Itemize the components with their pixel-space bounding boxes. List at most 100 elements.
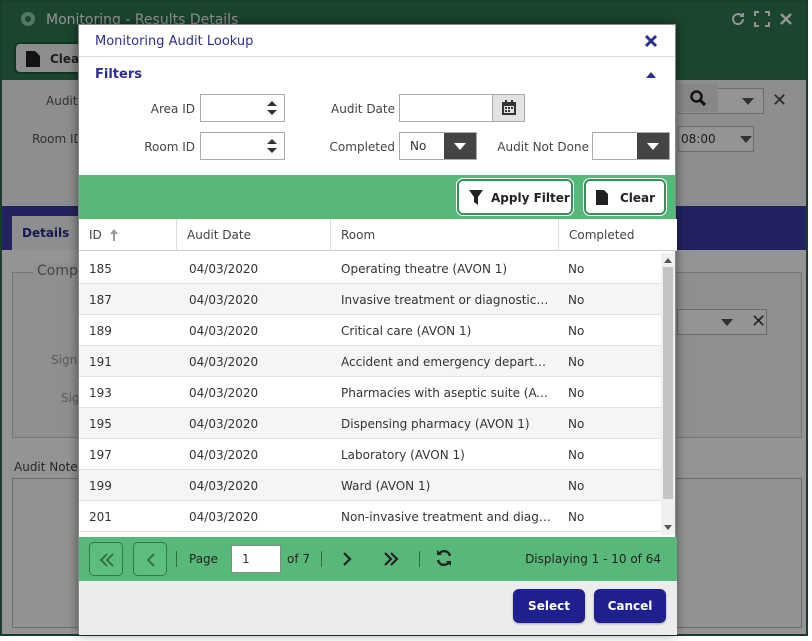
clear-label: Clear: [620, 191, 656, 205]
audit-date-input[interactable]: [399, 94, 525, 122]
date-picker-button[interactable]: [492, 95, 524, 121]
row-completed: No: [568, 355, 585, 369]
table-row[interactable]: 193 04/03/2020 Pharmacies with aseptic s…: [79, 377, 663, 408]
area-id-label: Area ID: [150, 102, 195, 116]
row-date: 04/03/2020: [189, 293, 259, 307]
row-id: 187: [89, 293, 112, 307]
page-label: Page: [189, 552, 219, 566]
row-date: 04/03/2020: [189, 355, 259, 369]
chevron-down-icon[interactable]: [444, 133, 476, 159]
row-room: Accident and emergency departme...: [341, 355, 551, 369]
chevron-down-icon[interactable]: [637, 133, 669, 159]
column-header-id[interactable]: ID: [79, 219, 177, 251]
row-id: 199: [89, 479, 112, 493]
row-date: 04/03/2020: [189, 510, 259, 524]
table-row[interactable]: 189 04/03/2020 Critical care (AVON 1) No: [79, 315, 663, 346]
column-header-completed[interactable]: Completed: [559, 219, 677, 251]
chevron-up-icon[interactable]: [645, 70, 657, 80]
table-row[interactable]: 185 04/03/2020 Operating theatre (AVON 1…: [79, 253, 663, 284]
page-number-input[interactable]: 1: [231, 545, 281, 573]
last-page-icon[interactable]: [383, 551, 399, 567]
grid-body: 185 04/03/2020 Operating theatre (AVON 1…: [79, 253, 663, 535]
table-row[interactable]: 187 04/03/2020 Invasive treatment or dia…: [79, 284, 663, 315]
apply-filter-label: Apply Filter: [491, 191, 570, 205]
row-completed: No: [568, 262, 585, 276]
stepper-icon[interactable]: [266, 99, 278, 117]
table-row[interactable]: 201 04/03/2020 Non-invasive treatment an…: [79, 501, 663, 532]
select-button[interactable]: Select: [513, 589, 585, 623]
row-date: 04/03/2020: [189, 448, 259, 462]
area-id-input[interactable]: [200, 94, 285, 122]
row-date: 04/03/2020: [189, 479, 259, 493]
row-date: 04/03/2020: [189, 262, 259, 276]
page-count-label: of 7: [287, 552, 311, 566]
row-date: 04/03/2020: [189, 324, 259, 338]
row-room: Invasive treatment or diagnostic de...: [341, 293, 551, 307]
row-room: Laboratory (AVON 1): [341, 448, 465, 462]
table-row[interactable]: 197 04/03/2020 Laboratory (AVON 1) No: [79, 439, 663, 470]
table-row[interactable]: 199 04/03/2020 Ward (AVON 1) No: [79, 470, 663, 501]
filters-title: Filters: [95, 67, 142, 82]
filter-action-bar: Apply Filter Clear: [79, 175, 675, 219]
row-completed: No: [568, 386, 585, 400]
sort-ascending-icon: [109, 229, 118, 241]
scroll-down-icon[interactable]: [664, 525, 672, 530]
column-header-id-label: ID: [89, 228, 102, 242]
row-room: Pharmacies with aseptic suite (AVO...: [341, 386, 551, 400]
row-id: 201: [89, 510, 112, 524]
completed-select[interactable]: No: [399, 132, 477, 160]
grid-header: ID Audit Date Room Completed: [79, 219, 677, 251]
chevron-left-icon: [146, 553, 155, 567]
first-page-button[interactable]: [89, 542, 123, 576]
room-id-label: Room ID: [144, 140, 195, 154]
completed-value: No: [410, 139, 427, 153]
next-page-icon[interactable]: [341, 551, 353, 567]
row-completed: No: [568, 417, 585, 431]
row-id: 191: [89, 355, 112, 369]
pager-bar: Page 1 of 7 Displaying 1 - 10 of 64: [79, 537, 677, 581]
row-id: 193: [89, 386, 112, 400]
scroll-up-icon[interactable]: [664, 258, 672, 263]
row-date: 04/03/2020: [189, 417, 259, 431]
column-header-room[interactable]: Room: [331, 219, 559, 251]
pager-separator: [176, 551, 177, 567]
modal-title: Monitoring Audit Lookup: [95, 34, 254, 49]
row-completed: No: [568, 479, 585, 493]
grid-scrollbar[interactable]: [661, 253, 675, 535]
apply-filter-button[interactable]: Apply Filter: [457, 179, 573, 215]
document-icon: [596, 190, 608, 205]
pager-separator: [419, 551, 420, 567]
double-chevron-left-icon: [99, 553, 114, 567]
stepper-icon[interactable]: [266, 137, 278, 155]
row-room: Dispensing pharmacy (AVON 1): [341, 417, 530, 431]
previous-page-button[interactable]: [133, 542, 167, 576]
refresh-icon[interactable]: [435, 549, 453, 567]
modal-footer: Select Cancel: [79, 581, 677, 635]
row-room: Non-invasive treatment and diagno...: [341, 510, 551, 524]
column-header-audit-date[interactable]: Audit Date: [177, 219, 331, 251]
clear-button[interactable]: Clear: [584, 179, 666, 215]
close-icon[interactable]: [643, 33, 659, 49]
row-room: Operating theatre (AVON 1): [341, 262, 508, 276]
row-room: Critical care (AVON 1): [341, 324, 472, 338]
row-id: 197: [89, 448, 112, 462]
scroll-thumb[interactable]: [663, 267, 673, 499]
cancel-button[interactable]: Cancel: [594, 589, 666, 623]
row-completed: No: [568, 324, 585, 338]
pager-separator: [321, 551, 322, 567]
row-id: 195: [89, 417, 112, 431]
modal-header: Monitoring Audit Lookup: [79, 25, 675, 57]
row-id: 189: [89, 324, 112, 338]
audit-date-label: Audit Date: [331, 102, 395, 116]
row-completed: No: [568, 293, 585, 307]
row-id: 185: [89, 262, 112, 276]
audit-not-done-select[interactable]: [592, 132, 670, 160]
table-row[interactable]: 195 04/03/2020 Dispensing pharmacy (AVON…: [79, 408, 663, 439]
audit-not-done-label: Audit Not Done: [497, 140, 589, 154]
row-completed: No: [568, 510, 585, 524]
completed-label: Completed: [329, 140, 395, 154]
filter-icon: [469, 190, 483, 205]
row-room: Ward (AVON 1): [341, 479, 431, 493]
table-row[interactable]: 191 04/03/2020 Accident and emergency de…: [79, 346, 663, 377]
room-id-input[interactable]: [200, 132, 285, 160]
